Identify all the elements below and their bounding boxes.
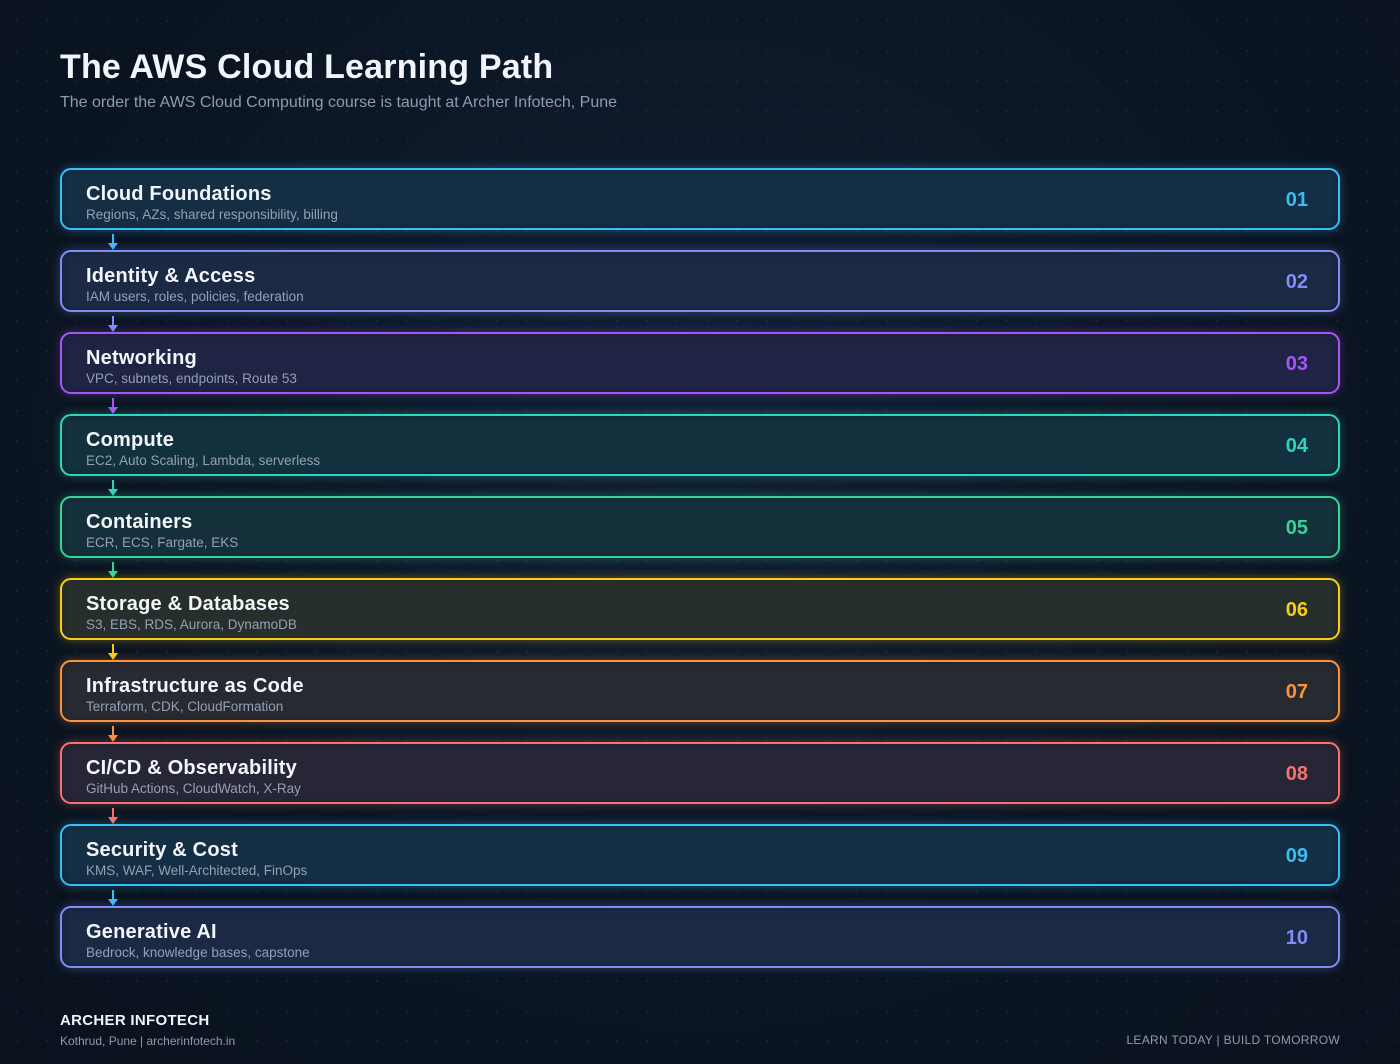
header: The AWS Cloud Learning Path The order th… — [60, 47, 1340, 113]
arrow-line — [112, 398, 114, 408]
step-number: 01 — [1285, 189, 1308, 211]
step-description: Terraform, CDK, CloudFormation — [86, 699, 284, 714]
step-number: 10 — [1285, 927, 1308, 949]
footer-brand-block: ARCHER INFOTECH Kothrud, Pune | archerin… — [60, 1012, 235, 1049]
step-description: IAM users, roles, policies, federation — [86, 289, 304, 304]
footer-location: Kothrud, Pune | archerinfotech.in — [60, 1034, 236, 1048]
arrow-line — [112, 234, 114, 244]
step-card: Generative AI Bedrock, knowledge bases, c… — [60, 906, 1340, 968]
step-number: 04 — [1285, 435, 1308, 457]
arrow-line — [112, 726, 114, 736]
step-title: Infrastructure as Code — [86, 675, 304, 697]
arrow-head — [108, 653, 118, 660]
arrow-head — [108, 817, 118, 824]
arrow-down-icon — [106, 806, 120, 826]
step-description: KMS, WAF, Well-Architected, FinOps — [86, 863, 308, 878]
arrow-line — [112, 480, 114, 490]
arrow-down-icon — [106, 396, 120, 416]
step-title: Cloud Foundations — [86, 183, 272, 205]
step-title: Identity & Access — [86, 265, 256, 287]
arrow-head — [108, 735, 118, 742]
page-subtitle: The order the AWS Cloud Computing course… — [60, 94, 618, 111]
step-title: Compute — [86, 429, 175, 451]
arrow-line — [112, 890, 114, 900]
step-number: 09 — [1285, 845, 1308, 867]
step-title: Generative AI — [86, 921, 217, 943]
arrow-down-icon — [106, 642, 120, 662]
arrow-line — [112, 562, 114, 572]
step-card: Compute EC2, Auto Scaling, Lambda, server… — [60, 414, 1340, 496]
footer-tagline: LEARN TODAY | BUILD TOMORROW — [1126, 1033, 1340, 1047]
step-title: Networking — [86, 347, 197, 369]
step-description: GitHub Actions, CloudWatch, X-Ray — [86, 781, 301, 796]
page-title: The AWS Cloud Learning Path — [60, 48, 554, 86]
step-description: S3, EBS, RDS, Aurora, DynamoDB — [86, 617, 297, 632]
step-card: Cloud Foundations Regions, AZs, shared re… — [60, 168, 1340, 250]
step-title: Security & Cost — [86, 839, 238, 861]
learning-path-steps: Cloud Foundations Regions, AZs, shared re… — [60, 168, 1340, 968]
arrow-down-icon — [106, 724, 120, 744]
step-description: EC2, Auto Scaling, Lambda, serverless — [86, 453, 321, 468]
arrow-line — [112, 644, 114, 654]
step-number: 06 — [1285, 599, 1308, 621]
step-description: ECR, ECS, Fargate, EKS — [86, 535, 239, 550]
arrow-down-icon — [106, 314, 120, 334]
footer-brand: ARCHER INFOTECH — [60, 1012, 210, 1029]
step-card: CI/CD & Observability GitHub Actions, Clo… — [60, 742, 1340, 824]
step-number: 05 — [1285, 517, 1308, 539]
arrow-head — [108, 407, 118, 414]
step-card: Storage & Databases S3, EBS, RDS, Aurora,… — [60, 578, 1340, 660]
step-number: 08 — [1285, 763, 1308, 785]
step-description: VPC, subnets, endpoints, Route 53 — [86, 371, 297, 386]
step-description: Bedrock, knowledge bases, capstone — [86, 945, 310, 960]
step-number: 07 — [1285, 681, 1308, 703]
arrow-line — [112, 316, 114, 326]
step-card: Containers ECR, ECS, Fargate, EKS 05 — [60, 496, 1340, 578]
arrow-head — [108, 325, 118, 332]
arrow-head — [108, 571, 118, 578]
arrow-down-icon — [106, 888, 120, 908]
step-number: 03 — [1285, 353, 1308, 375]
arrow-down-icon — [106, 560, 120, 580]
step-card: Security & Cost KMS, WAF, Well-Architecte… — [60, 824, 1340, 906]
step-title: CI/CD & Observability — [86, 757, 297, 779]
arrow-head — [108, 243, 118, 250]
arrow-head — [108, 899, 118, 906]
arrow-down-icon — [106, 478, 120, 498]
step-card: Infrastructure as Code Terraform, CDK, Cl… — [60, 660, 1340, 742]
step-description: Regions, AZs, shared responsibility, bil… — [86, 207, 338, 222]
arrow-down-icon — [106, 232, 120, 252]
step-title: Containers — [86, 511, 193, 533]
arrow-head — [108, 489, 118, 496]
step-number: 02 — [1285, 271, 1308, 293]
step-title: Storage & Databases — [86, 593, 290, 615]
step-card: Identity & Access IAM users, roles, polic… — [60, 250, 1340, 332]
arrow-line — [112, 808, 114, 818]
step-card: Networking VPC, subnets, endpoints, Route… — [60, 332, 1340, 414]
